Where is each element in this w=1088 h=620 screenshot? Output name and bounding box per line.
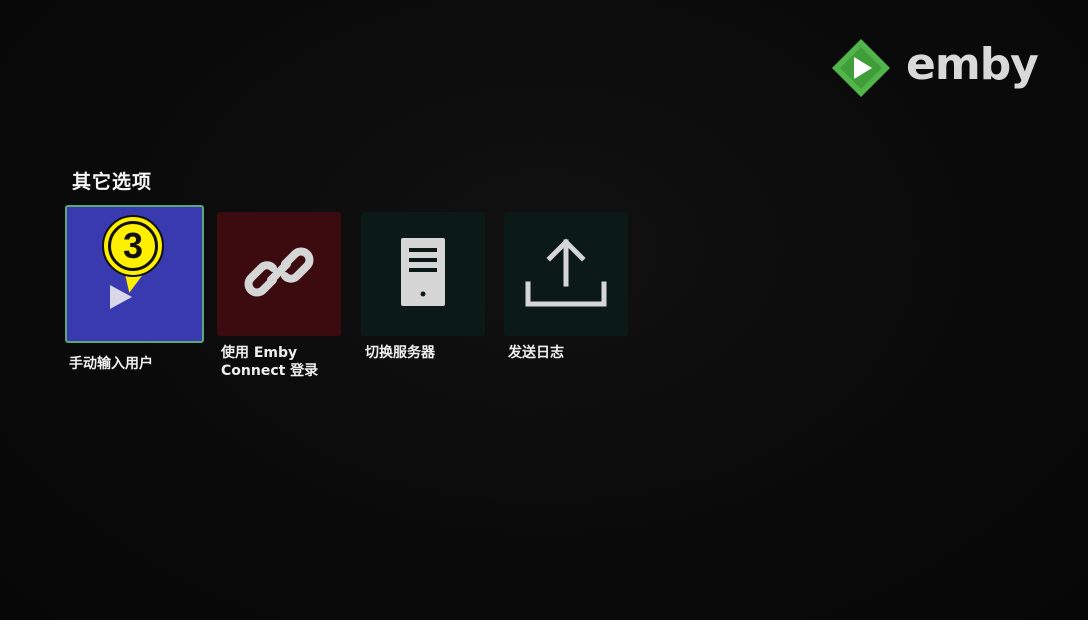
- send-logs-tile[interactable]: [504, 212, 628, 336]
- link-chain-icon: [243, 236, 315, 312]
- step-number: 3: [108, 221, 158, 271]
- emby-logo: emby: [830, 36, 1039, 100]
- section-title: 其它选项: [72, 171, 153, 193]
- server-icon: [399, 236, 447, 312]
- switch-server-tile[interactable]: [361, 212, 485, 336]
- brand-name: emby: [906, 39, 1039, 90]
- emby-logo-icon: [830, 37, 892, 99]
- emby-connect-tile[interactable]: [217, 212, 341, 336]
- step-callout-badge: 3: [102, 215, 168, 296]
- upload-icon: [524, 234, 608, 314]
- send-logs-label: 发送日志: [508, 345, 564, 361]
- emby-connect-label: 使用 Emby Connect 登录: [221, 345, 319, 379]
- manual-user-entry-label: 手动输入用户: [69, 356, 153, 372]
- switch-server-label: 切换服务器: [365, 345, 435, 361]
